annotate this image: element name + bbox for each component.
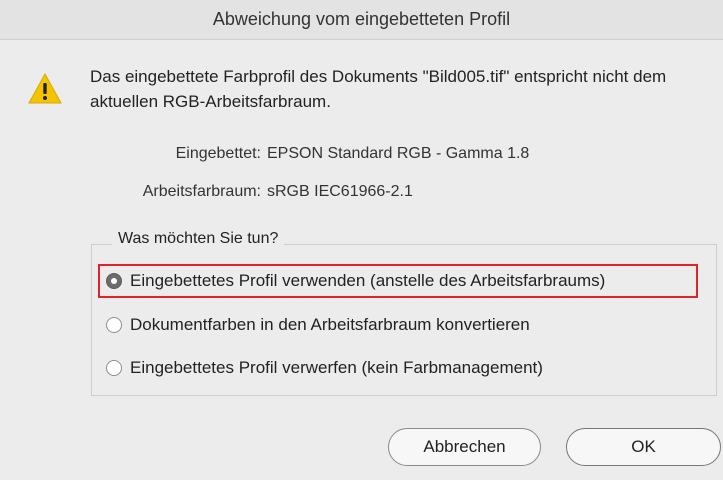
embedded-profile-label: Eingebettet: bbox=[175, 145, 261, 162]
option-label: Dokumentfarben in den Arbeitsfarbraum ko… bbox=[130, 315, 530, 334]
working-space-value: sRGB IEC61966-2.1 bbox=[267, 183, 413, 200]
option-convert-to-working-space[interactable]: Dokumentfarben in den Arbeitsfarbraum ko… bbox=[106, 311, 530, 339]
option-label: Eingebettetes Profil verwenden (anstelle… bbox=[130, 271, 606, 290]
warning-icon bbox=[28, 72, 62, 104]
dialog-title: Abweichung vom eingebetteten Profil bbox=[0, 0, 723, 40]
working-space-row: Arbeitsfarbraum: sRGB IEC61966-2.1 bbox=[90, 183, 413, 201]
option-discard-embedded-profile[interactable]: Eingebettetes Profil verwerfen (kein Far… bbox=[106, 354, 543, 382]
radio-use-embedded[interactable] bbox=[106, 273, 122, 289]
radio-discard[interactable] bbox=[106, 360, 122, 376]
options-group-title: Was möchten Sie tun? bbox=[112, 230, 285, 248]
option-use-embedded-profile[interactable]: Eingebettetes Profil verwenden (anstelle… bbox=[106, 267, 605, 295]
working-space-label: Arbeitsfarbraum: bbox=[142, 183, 261, 200]
embedded-profile-row: Eingebettet: EPSON Standard RGB - Gamma 1… bbox=[90, 145, 530, 163]
option-label: Eingebettetes Profil verwerfen (kein Far… bbox=[130, 358, 543, 377]
embedded-profile-value: EPSON Standard RGB - Gamma 1.8 bbox=[267, 145, 530, 162]
dialog-message: Das eingebettete Farbprofil des Dokument… bbox=[90, 67, 667, 111]
radio-convert[interactable] bbox=[106, 317, 122, 333]
cancel-button[interactable]: Abbrechen bbox=[388, 428, 541, 466]
ok-button[interactable]: OK bbox=[566, 428, 721, 466]
